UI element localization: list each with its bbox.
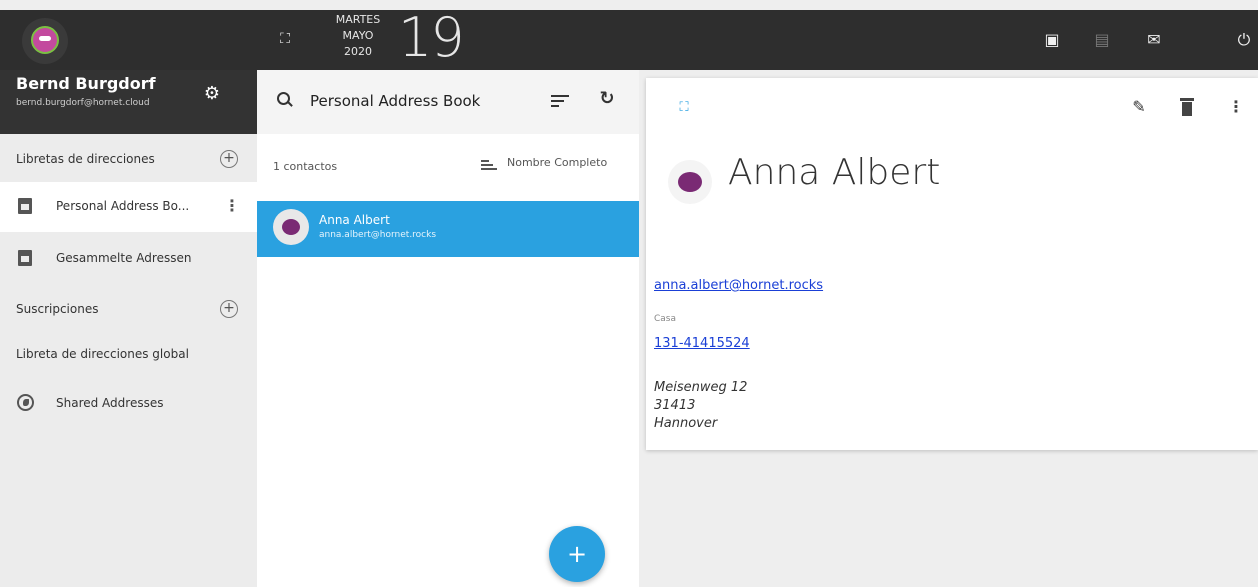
address-postcode: 31413 [654, 398, 696, 413]
sort-field-label[interactable]: Nombre Completo [507, 156, 607, 169]
sort-field-icon[interactable] [481, 160, 497, 170]
avatar [668, 160, 712, 204]
mail-icon[interactable]: ✉ [1144, 30, 1164, 50]
address-book-icon [18, 198, 32, 214]
power-icon[interactable]: ⏻ [1234, 30, 1254, 50]
date-day: 19 [398, 6, 465, 69]
list-item[interactable]: Anna Albert anna.albert@hornet.rocks [257, 201, 639, 257]
app-logo[interactable] [22, 18, 68, 64]
date-year: 2020 [344, 45, 372, 58]
global-address-book-heading: Libreta de direcciones global [16, 347, 189, 361]
date-weekday: MARTES [335, 13, 381, 26]
contact-count: 1 contactos [273, 160, 338, 173]
user-name: Bernd Burgdorf [16, 74, 156, 93]
address-book-icon [18, 250, 32, 266]
refresh-icon[interactable]: ↻ [597, 88, 617, 110]
contact-email-link[interactable]: anna.albert@hornet.rocks [654, 278, 823, 293]
fullscreen-icon[interactable]: ⛶ [276, 30, 294, 48]
sidebar-item-shared-addresses[interactable]: Shared Addresses [0, 380, 257, 430]
contact-phone-link[interactable]: 131-41415524 [654, 336, 750, 351]
contact-email: anna.albert@hornet.rocks [319, 230, 437, 240]
more-options-icon[interactable]: ⋮ [224, 195, 240, 217]
logo-mark [31, 26, 59, 54]
user-email: bernd.burgdorf@hornet.cloud [16, 98, 150, 108]
contact-detail-panel: ⛶ ✎ ⋮ Anna Albert anna.albert@hornet.roc… [646, 78, 1258, 450]
add-contact-button[interactable]: + [549, 526, 605, 582]
sort-icon[interactable] [551, 95, 569, 109]
user-card: Bernd Burgdorf bernd.burgdorf@hornet.clo… [0, 70, 257, 134]
more-options-icon[interactable]: ⋮ [1228, 98, 1244, 116]
contact-full-name: Anna Albert [728, 152, 941, 193]
expand-icon[interactable]: ⛶ [676, 100, 692, 116]
phone-type-label: Casa [654, 314, 677, 324]
add-address-book-icon[interactable]: + [220, 150, 238, 168]
subscriptions-heading: Suscripciones [16, 302, 99, 316]
add-subscription-icon[interactable]: + [220, 300, 238, 318]
date-display: MARTES MAYO 2020 [318, 12, 398, 68]
avatar [273, 209, 309, 245]
calendar-icon[interactable]: ▣ [1042, 30, 1062, 50]
address-book-title: Personal Address Book [310, 92, 481, 110]
sidebar: Bernd Burgdorf bernd.burgdorf@hornet.clo… [0, 70, 257, 587]
app-root: ⛶ MARTES MAYO 2020 19 ▣ ▤ ✉ ⏻ Bernd Burg… [0, 0, 1258, 587]
address-books-heading: Libretas de direcciones [16, 152, 155, 166]
delete-icon[interactable] [1180, 98, 1194, 116]
search-icon[interactable] [277, 92, 295, 110]
sidebar-item-label: Personal Address Bo... [56, 199, 190, 213]
date-month: MAYO [342, 29, 374, 42]
address-street: Meisenweg 12 [654, 380, 748, 395]
sidebar-item-label: Gesammelte Adressen [56, 251, 192, 265]
contact-list-panel: Personal Address Book ↻ 1 contactos Nomb… [257, 70, 639, 587]
sidebar-item-gesammelte-adressen[interactable]: Gesammelte Adressen [0, 234, 257, 284]
settings-icon[interactable]: ⚙ [202, 84, 222, 104]
edit-icon[interactable]: ✎ [1130, 98, 1148, 116]
top-bar: ⛶ MARTES MAYO 2020 19 ▣ ▤ ✉ ⏻ [0, 6, 1258, 70]
address-city: Hannover [654, 416, 718, 431]
sidebar-item-label: Shared Addresses [56, 396, 164, 410]
contact-name: Anna Albert [319, 213, 390, 227]
sidebar-item-personal-address-book[interactable]: Personal Address Bo... ⋮ [0, 182, 257, 232]
list-header: Personal Address Book ↻ [257, 70, 639, 134]
contacts-icon[interactable]: ▤ [1092, 30, 1112, 50]
globe-icon [17, 394, 34, 411]
